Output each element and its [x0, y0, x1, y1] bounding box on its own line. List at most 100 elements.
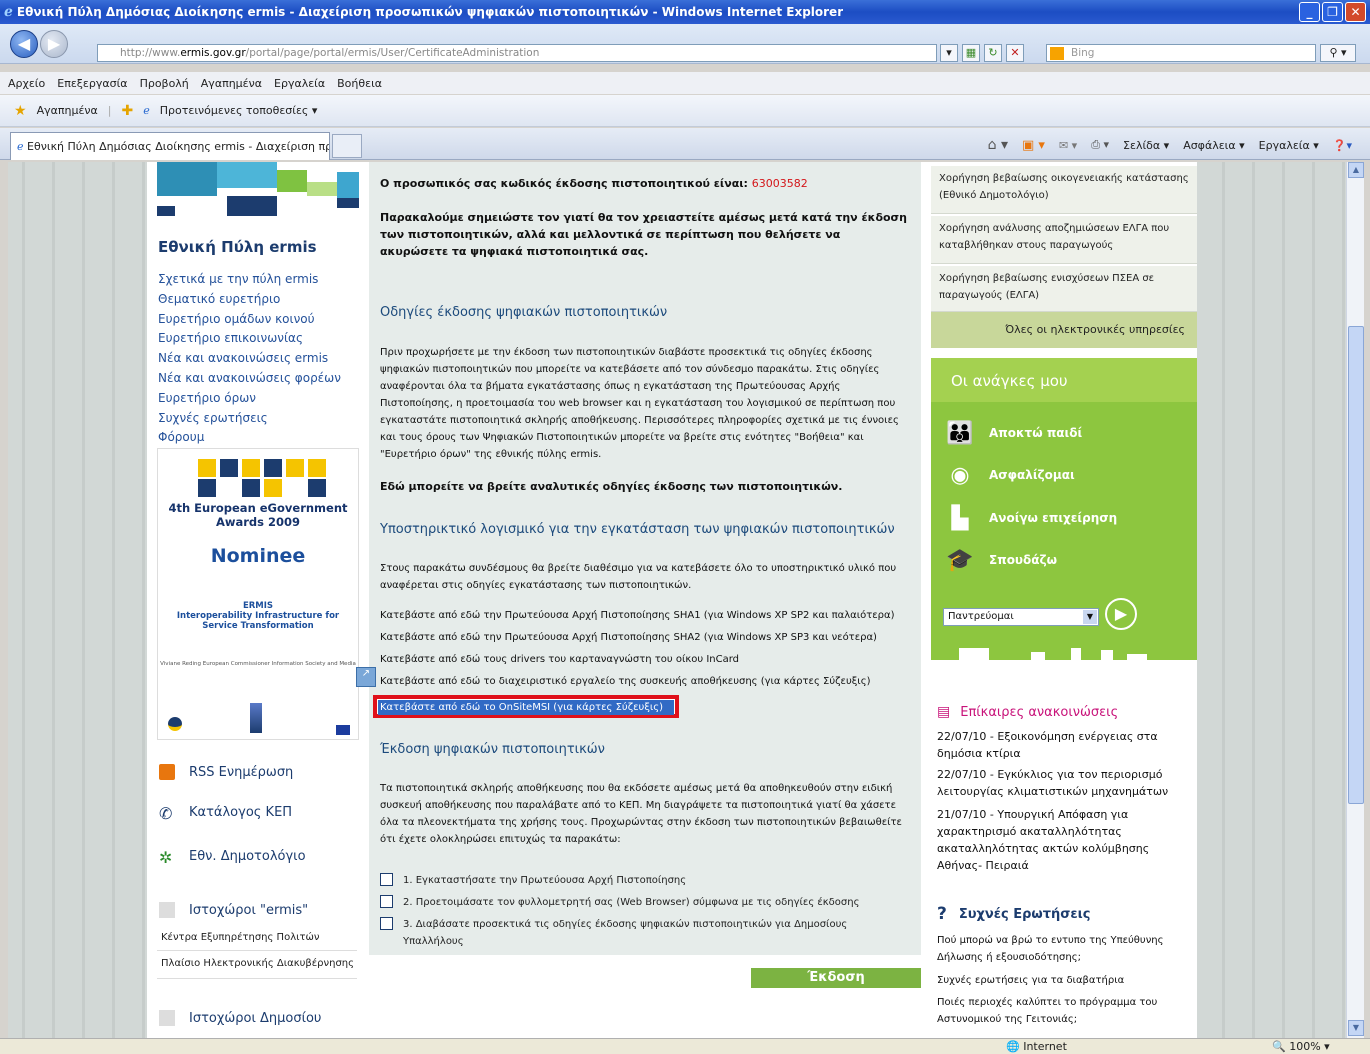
checkbox-browser[interactable]: [380, 895, 393, 908]
needs-title: Οι ανάγκες μου: [931, 358, 1197, 402]
address-input[interactable]: http://www.ermis.gov.gr/portal/page/port…: [97, 44, 937, 62]
needs-go-button[interactable]: ▶: [1105, 598, 1137, 630]
service-elga-compensation[interactable]: Χορήγηση ανάλυσης αποζημιώσεων ΕΛΓΑ που …: [931, 216, 1197, 264]
internet-zone: 🌐 Internet: [1006, 1040, 1067, 1053]
vertical-scrollbar[interactable]: ▲ ▼: [1346, 162, 1364, 1038]
needs-select-value: Παντρεύομαι: [948, 611, 1014, 622]
faq-title-label: Συχνές Ερωτήσεις: [958, 906, 1091, 922]
sub-kep[interactable]: Κέντρα Εξυπηρέτησης Πολιτών: [161, 932, 319, 943]
public-sites-header: Ιστοχώροι Δημοσίου: [159, 1010, 321, 1026]
status-bar: 🌐 Internet 🔍 100% ▾: [0, 1038, 1370, 1054]
maximize-button[interactable]: ❐: [1322, 2, 1343, 22]
faq-item[interactable]: Ποιές περιοχές καλύπτει το πρόγραμμα του…: [937, 994, 1187, 1028]
nav-agency-news[interactable]: Νέα και ανακοινώσεις φορέων: [158, 369, 341, 389]
service-family-status[interactable]: Χορήγηση βεβαίωσης οικογενειακής κατάστα…: [931, 166, 1197, 214]
zoom-control[interactable]: 🔍 100% ▾: [1272, 1040, 1330, 1053]
tab-current[interactable]: ℯ Εθνική Πύλη Δημόσιας Διοίκησης ermis -…: [10, 132, 330, 160]
code-value: 63003582: [751, 177, 808, 190]
faq-item[interactable]: Πού μπορώ να βρώ το εντυπο της Υπεύθυνης…: [937, 932, 1187, 966]
rss-feed-icon[interactable]: ▣ ▾: [1022, 138, 1045, 153]
checklist-item-3: 3. Διαβάσατε προσεκτικά τις οδηγίες έκδο…: [380, 916, 900, 950]
download-incard-drivers[interactable]: Κατεβάστε από εδώ τους drivers του καρτα…: [380, 654, 739, 665]
tab-ie-icon: ℯ: [17, 140, 24, 153]
news-item[interactable]: 21/07/10 - Υπουργική Απόφαση για χαρακτη…: [937, 806, 1187, 874]
search-placeholder: Bing: [1071, 47, 1095, 59]
back-arrow-icon[interactable]: ◀: [10, 30, 38, 58]
need-child[interactable]: 👪 Αποκτώ παιδί: [943, 418, 1082, 448]
refresh-icon[interactable]: ↻: [984, 44, 1002, 62]
nav-about[interactable]: Σχετικά με την πύλη ermis: [158, 270, 341, 290]
print-icon[interactable]: ⎙ ▾: [1091, 138, 1109, 152]
news-item[interactable]: 22/07/10 - Εξοικονόμηση ενέργειας στα δη…: [937, 728, 1187, 762]
needs-select[interactable]: Παντρεύομαι ▼: [943, 608, 1099, 626]
menu-tools[interactable]: Εργαλεία: [274, 77, 325, 90]
detailed-instructions-link[interactable]: Εδώ μπορείτε να βρείτε αναλυτικές οδηγίε…: [380, 478, 912, 495]
dropdown-arrow-icon[interactable]: ▾: [940, 44, 958, 62]
news-title-label: Επίκαιρες ανακοινώσεις: [960, 704, 1119, 720]
nav-ermis-news[interactable]: Νέα και ανακοινώσεις ermis: [158, 349, 341, 369]
ermis-logo: [157, 162, 359, 222]
faq-item[interactable]: Συχνές ερωτήσεις για τα διαβατήρια: [937, 972, 1187, 989]
need-business[interactable]: ▙ Ανοίγω επιχείρηση: [943, 503, 1118, 533]
download-onsitemsi-link[interactable]: Κατεβάστε από εδώ το OnSiteMSI (για κάρτ…: [373, 695, 679, 718]
checklist-label-3: 3. Διαβάσατε προσεκτικά τις οδηγίες έκδο…: [403, 919, 848, 947]
dimotologio-link[interactable]: ✲ Εθν. Δημοτολόγιο: [159, 848, 306, 867]
need-insurance[interactable]: ◉ Ασφαλίζομαι: [943, 460, 1074, 490]
minimize-button[interactable]: _: [1299, 2, 1320, 22]
sub-egov-framework[interactable]: Πλαίσιο Ηλεκτρονικής Διακυβέρνησης: [161, 958, 354, 969]
nav-contact-index[interactable]: Ευρετήριο επικοινωνίας: [158, 329, 341, 349]
page-menu[interactable]: Σελίδα ▾: [1123, 139, 1169, 152]
menu-help[interactable]: Βοήθεια: [337, 77, 382, 90]
nav-thematic-index[interactable]: Θεματικό ευρετήριο: [158, 290, 341, 310]
kep-link[interactable]: ✆ Κατάλογος ΚΕΠ: [159, 804, 292, 823]
issue-certificates-button[interactable]: Έκδοση Πιστοποιητικών: [751, 968, 921, 1005]
accelerator-icon[interactable]: ↗: [356, 667, 376, 687]
menu-edit[interactable]: Επεξεργασία: [57, 77, 127, 90]
download-root-ca-sha2[interactable]: Κατεβάστε από εδώ την Πρωτεύουσα Αρχή Πι…: [380, 632, 877, 643]
egov-award-banner[interactable]: 4th European eGovernment Awards 2009 Nomi…: [157, 448, 359, 740]
add-favorite-icon[interactable]: ✚: [122, 103, 134, 119]
need-study[interactable]: 🎓 Σπουδάζω: [943, 545, 1057, 575]
search-button[interactable]: ⚲ ▾: [1320, 44, 1356, 62]
scroll-down-icon[interactable]: ▼: [1348, 1020, 1364, 1036]
scroll-up-icon[interactable]: ▲: [1348, 162, 1364, 178]
nav-faq[interactable]: Συχνές ερωτήσεις: [158, 409, 341, 429]
suggested-sites-button[interactable]: Προτεινόμενες τοποθεσίες ▾: [160, 104, 318, 117]
store-icon: ▙: [951, 505, 969, 531]
forward-arrow-icon[interactable]: ▶: [40, 30, 68, 58]
menu-favorites[interactable]: Αγαπημένα: [201, 77, 262, 90]
mail-icon[interactable]: ✉ ▾: [1059, 139, 1077, 152]
checkbox-instructions[interactable]: [380, 917, 393, 930]
tab-bar: ℯ Εθνική Πύλη Δημόσιας Διοίκησης ermis -…: [0, 128, 1370, 160]
nav-forum[interactable]: Φόρουμ: [158, 428, 341, 448]
news-title: ▤ Επίκαιρες ανακοινώσεις: [937, 704, 1118, 720]
stop-icon[interactable]: ✕: [1006, 44, 1024, 62]
menu-file[interactable]: Αρχείο: [8, 77, 45, 90]
checklist-item-2: 2. Προετοιμάσατε τον φυλλομετρητή σας (W…: [380, 894, 900, 911]
close-button[interactable]: ✕: [1345, 2, 1366, 22]
menu-view[interactable]: Προβολή: [140, 77, 189, 90]
service-psea-aid[interactable]: Χορήγηση βεβαίωσης ενισχύσεων ΠΣΕΑ σε πα…: [931, 266, 1197, 312]
download-root-ca-sha1[interactable]: Κατεβάστε από εδώ την Πρωτεύουσα Αρχή Πι…: [380, 610, 894, 621]
search-input[interactable]: Bing: [1046, 44, 1316, 62]
ermis-sites-label: Ιστοχώροι "ermis": [189, 902, 309, 918]
all-services-link[interactable]: Όλες οι ηλεκτρονικές υπηρεσίες: [931, 312, 1197, 348]
download-device-tool[interactable]: Κατεβάστε από εδώ το διαχειριστικό εργαλ…: [380, 676, 870, 687]
news-item[interactable]: 22/07/10 - Εγκύκλιος για τον περιορισμό …: [937, 766, 1187, 800]
nav-groups-index[interactable]: Ευρετήριο ομάδων κοινού: [158, 310, 341, 330]
faq-title: ? Συχνές Ερωτήσεις: [937, 904, 1090, 924]
portal-title: Εθνική Πύλη ermis: [158, 238, 317, 256]
compatibility-icon[interactable]: ▦: [962, 44, 980, 62]
eu-flag-icon: [336, 725, 350, 735]
command-bar: ⌂ ▾ ▣ ▾ ✉ ▾ ⎙ ▾ Σελίδα ▾ Ασφάλεια ▾ Εργα…: [988, 137, 1352, 153]
favorites-button[interactable]: Αγαπημένα: [37, 104, 98, 117]
scroll-thumb[interactable]: [1348, 326, 1364, 804]
help-icon[interactable]: ❓▾: [1333, 139, 1352, 152]
tools-menu[interactable]: Εργαλεία ▾: [1259, 139, 1319, 152]
rss-link[interactable]: RSS Ενημέρωση: [159, 764, 293, 780]
home-icon[interactable]: ⌂ ▾: [988, 137, 1008, 153]
new-tab-button[interactable]: [332, 134, 362, 158]
nav-glossary[interactable]: Ευρετήριο όρων: [158, 389, 341, 409]
checkbox-root-ca[interactable]: [380, 873, 393, 886]
safety-menu[interactable]: Ασφάλεια ▾: [1183, 139, 1244, 152]
